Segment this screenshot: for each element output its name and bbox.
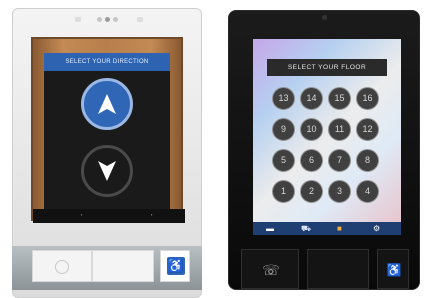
accessibility-button[interactable]: ♿ xyxy=(377,249,409,289)
phone-icon: ☏ xyxy=(262,262,280,278)
blank-panel xyxy=(307,249,369,289)
nfc-icon xyxy=(55,260,69,274)
floor-button-16[interactable]: 16 xyxy=(356,87,379,110)
floor-button-2[interactable]: 2 xyxy=(300,180,323,203)
intercom-panel[interactable]: ☏ xyxy=(241,249,299,289)
floor-button-9[interactable]: 9 xyxy=(272,118,295,141)
floor-header: SELECT YOUR FLOOR xyxy=(267,59,387,76)
floor-button-3[interactable]: 3 xyxy=(328,180,351,203)
kiosk-base: ♿ xyxy=(12,246,202,290)
settings-icon[interactable]: ⚙ xyxy=(373,223,380,234)
sensor-icon xyxy=(113,17,118,22)
floor-button-13[interactable]: 13 xyxy=(272,87,295,110)
floor-screen: SELECT YOUR FLOOR 13 14 15 16 9 10 11 12… xyxy=(253,39,401,235)
floor-button-1[interactable]: 1 xyxy=(272,180,295,203)
screen-bezel: SELECT YOUR DIRECTION ▪ ▪ xyxy=(31,37,185,223)
wheelchair-icon: ♿ xyxy=(167,257,185,275)
floor-kiosk: SELECT YOUR FLOOR 13 14 15 16 9 10 11 12… xyxy=(228,10,420,290)
floor-button-11[interactable]: 11 xyxy=(328,118,351,141)
screen-footer: ▪ ▪ xyxy=(33,209,185,223)
cart-icon[interactable]: ⛟ xyxy=(301,223,311,234)
floor-button-14[interactable]: 14 xyxy=(300,87,323,110)
floor-button-4[interactable]: 4 xyxy=(356,180,379,203)
blank-panel xyxy=(92,250,154,282)
kiosk-top-bar xyxy=(13,9,203,29)
floor-button-6[interactable]: 6 xyxy=(300,149,323,172)
floor-button-5[interactable]: 5 xyxy=(272,149,295,172)
direction-header: SELECT YOUR DIRECTION xyxy=(44,53,170,71)
camera-icon xyxy=(97,17,102,22)
accessibility-button[interactable]: ♿ xyxy=(160,250,190,282)
floor-button-12[interactable]: 12 xyxy=(356,118,379,141)
screen-nav-bar: ▬ ⛟ ■ ⚙ xyxy=(253,222,401,235)
top-indicator-icon xyxy=(75,17,81,22)
floor-button-7[interactable]: 7 xyxy=(328,149,351,172)
direction-screen: SELECT YOUR DIRECTION xyxy=(44,53,170,209)
footer-right-icon: ▪ xyxy=(151,212,153,217)
footer-left-icon: ▪ xyxy=(81,212,83,217)
floor-button-10[interactable]: 10 xyxy=(300,118,323,141)
top-indicator-icon xyxy=(137,17,143,22)
minus-icon[interactable]: ▬ xyxy=(266,223,274,234)
floor-button-15[interactable]: 15 xyxy=(328,87,351,110)
layers-icon[interactable]: ■ xyxy=(337,223,342,234)
card-reader-panel[interactable] xyxy=(32,250,92,282)
sensor-icon xyxy=(105,17,110,22)
up-arrow-icon xyxy=(98,94,116,114)
down-arrow-icon xyxy=(98,161,116,181)
camera-icon xyxy=(322,15,327,20)
down-direction-button[interactable] xyxy=(81,145,133,197)
up-direction-button[interactable] xyxy=(81,78,133,130)
floor-button-8[interactable]: 8 xyxy=(356,149,379,172)
wheelchair-icon: ♿ xyxy=(386,263,402,277)
